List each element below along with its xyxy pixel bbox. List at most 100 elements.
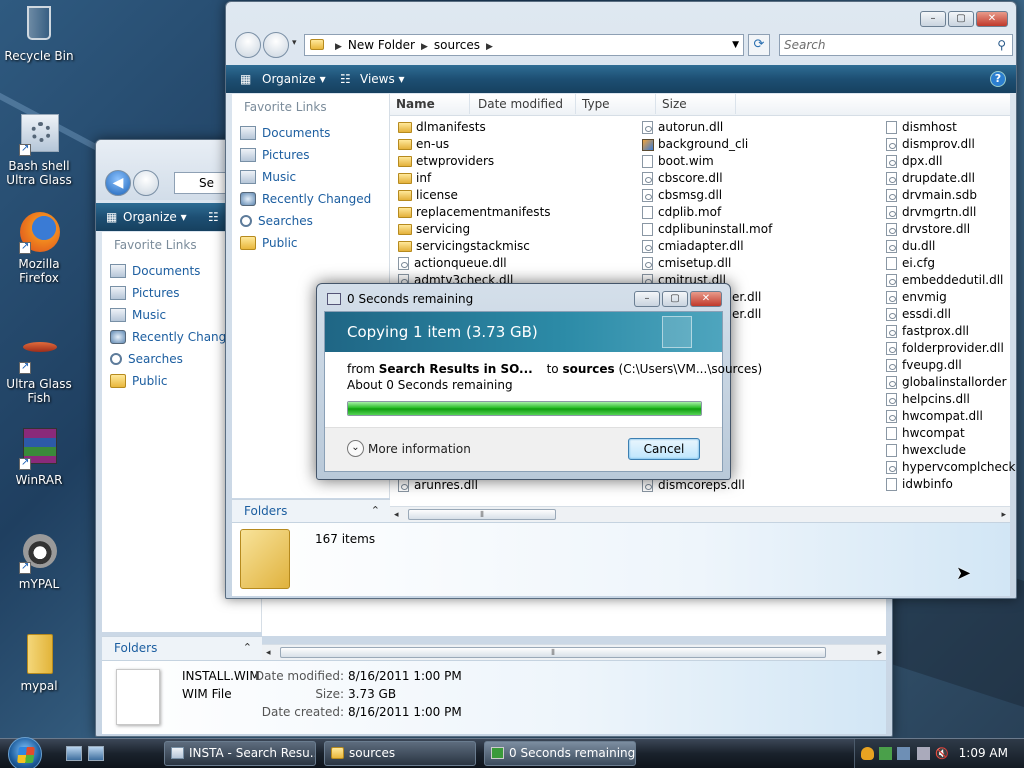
file-item[interactable]: cmiadapter.dll xyxy=(642,238,882,255)
copy-destination[interactable]: sources xyxy=(562,362,614,376)
desktop-icon-mypal-folder[interactable]: mypal xyxy=(0,632,78,693)
nav-link-public[interactable]: Public xyxy=(232,232,389,254)
scroll-left-arrow[interactable]: ◂ xyxy=(266,645,271,661)
file-item[interactable]: drvstore.dll xyxy=(886,221,1012,238)
network-icon[interactable] xyxy=(897,747,910,760)
file-item[interactable]: hwexclude xyxy=(886,442,1012,459)
scroll-left-arrow[interactable]: ◂ xyxy=(394,507,399,523)
file-item[interactable]: idwbinfo xyxy=(886,476,1012,493)
file-item[interactable]: fastprox.dll xyxy=(886,323,1012,340)
taskbar-button-sources[interactable]: sources xyxy=(324,741,476,766)
address-dropdown-icon[interactable]: ▼ xyxy=(732,35,739,55)
forward-button[interactable] xyxy=(263,32,289,58)
file-item[interactable]: cbscore.dll xyxy=(642,170,882,187)
close-button[interactable]: ✕ xyxy=(690,291,722,307)
network-monitor-icon[interactable] xyxy=(917,747,930,760)
file-item[interactable]: hypervcomplcheck.dll xyxy=(886,459,1016,476)
desktop-icon-ultra-glass-fish[interactable]: Ultra Glass Fish xyxy=(0,330,78,405)
file-item[interactable]: inf xyxy=(398,170,638,187)
organize-button[interactable]: Organize ▾ xyxy=(123,203,187,231)
breadcrumb-sources[interactable]: sources xyxy=(434,38,480,52)
horizontal-scrollbar[interactable]: ◂ ⦀ ▸ xyxy=(262,644,886,660)
desktop-icon-winrar[interactable]: WinRAR xyxy=(0,426,78,487)
desktop-icon-recycle-bin[interactable]: Recycle Bin xyxy=(0,2,78,63)
folders-toggle[interactable]: Folders ⌃ xyxy=(102,636,262,660)
nav-link-documents[interactable]: Documents xyxy=(232,122,389,144)
file-item[interactable]: cbsmsg.dll xyxy=(642,187,882,204)
column-header-size[interactable]: Size xyxy=(656,94,736,114)
file-item[interactable]: autorun.dll xyxy=(642,119,882,136)
start-button[interactable] xyxy=(8,737,42,768)
file-item[interactable]: en-us xyxy=(398,136,638,153)
switch-windows-icon[interactable] xyxy=(88,746,104,761)
copy-progress-dialog[interactable]: 0 Seconds remaining – ▢ ✕ Copying 1 item (… xyxy=(316,283,762,480)
file-item[interactable]: embeddedutil.dll xyxy=(886,272,1012,289)
file-item[interactable]: dlmanifests xyxy=(398,119,638,136)
search-input[interactable]: Search ⚲ xyxy=(779,34,1013,56)
forward-button[interactable] xyxy=(133,170,159,196)
search-icon[interactable]: ⚲ xyxy=(997,35,1006,55)
file-item[interactable]: cmisetup.dll xyxy=(642,255,882,272)
nav-link-searches[interactable]: Searches xyxy=(232,210,389,232)
file-item[interactable]: actionqueue.dll xyxy=(398,255,638,272)
desktop-icon-mypal-app[interactable]: mYPAL xyxy=(0,530,78,591)
scroll-right-arrow[interactable]: ▸ xyxy=(877,645,882,661)
views-button[interactable]: Views ▾ xyxy=(360,65,405,93)
nav-link-music[interactable]: Music xyxy=(232,166,389,188)
file-item[interactable]: fveupg.dll xyxy=(886,357,1012,374)
file-item[interactable]: ei.cfg xyxy=(886,255,1012,272)
file-item[interactable]: license xyxy=(398,187,638,204)
more-information-toggle[interactable]: ⌄ More information xyxy=(347,440,471,457)
file-item[interactable]: cdplib.mof xyxy=(642,204,882,221)
horizontal-scrollbar[interactable]: ◂ ⦀ ▸ xyxy=(390,506,1010,522)
file-item[interactable]: hwcompat.dll xyxy=(886,408,1012,425)
windows-update-icon[interactable] xyxy=(879,747,892,760)
help-icon[interactable]: ? xyxy=(990,71,1006,87)
column-header-date-modified[interactable]: Date modified xyxy=(472,94,576,114)
file-item[interactable]: dpx.dll xyxy=(886,153,1012,170)
taskbar-button-search[interactable]: INSTA - Search Resu... xyxy=(164,741,316,766)
file-item[interactable]: cdplibuninstall.mof xyxy=(642,221,882,238)
file-item[interactable]: dismhost xyxy=(886,119,1012,136)
clock[interactable]: 1:09 AM xyxy=(959,746,1008,760)
back-button[interactable]: ◀ xyxy=(105,170,131,196)
desktop-icon-firefox[interactable]: Mozilla Firefox xyxy=(0,210,78,285)
desktop-icon-bash-shell[interactable]: Bash shell Ultra Glass xyxy=(0,112,78,187)
file-item[interactable]: replacementmanifests xyxy=(398,204,638,221)
refresh-button[interactable]: ⟳ xyxy=(748,34,770,56)
show-desktop-icon[interactable] xyxy=(66,746,82,761)
security-shield-icon[interactable] xyxy=(861,747,874,760)
scrollbar-thumb[interactable]: ⦀ xyxy=(280,647,826,658)
file-item[interactable]: boot.wim xyxy=(642,153,882,170)
file-item[interactable]: etwproviders xyxy=(398,153,638,170)
organize-button[interactable]: Organize ▾ xyxy=(262,65,326,93)
file-item[interactable]: servicing xyxy=(398,221,638,238)
file-item[interactable]: drvmgrtn.dll xyxy=(886,204,1012,221)
maximize-button[interactable]: ▢ xyxy=(662,291,688,307)
scroll-right-arrow[interactable]: ▸ xyxy=(1001,507,1006,523)
nav-link-pictures[interactable]: Pictures xyxy=(232,144,389,166)
file-item[interactable]: hwcompat xyxy=(886,425,1012,442)
file-item[interactable]: essdi.dll xyxy=(886,306,1012,323)
taskbar-button-copy[interactable]: 0 Seconds remaining xyxy=(484,741,636,766)
file-item[interactable]: servicingstackmisc xyxy=(398,238,638,255)
cancel-button[interactable]: Cancel xyxy=(628,438,700,460)
scrollbar-thumb[interactable]: ⦀ xyxy=(408,509,556,520)
close-button[interactable]: ✕ xyxy=(976,11,1008,27)
column-header-name[interactable]: Name xyxy=(390,94,470,114)
file-item[interactable]: du.dll xyxy=(886,238,1012,255)
views-icon[interactable]: ☷ xyxy=(208,203,219,231)
address-bar[interactable]: ▶ New Folder ▶ sources ▶ ▼ xyxy=(304,34,744,56)
column-header-type[interactable]: Type xyxy=(576,94,656,114)
file-item[interactable]: helpcins.dll xyxy=(886,391,1012,408)
file-item[interactable]: background_cli xyxy=(642,136,882,153)
file-item[interactable]: dismprov.dll xyxy=(886,136,1012,153)
minimize-button[interactable]: – xyxy=(920,11,946,27)
breadcrumb-new-folder[interactable]: New Folder xyxy=(348,38,415,52)
file-item[interactable]: drvmain.sdb xyxy=(886,187,1012,204)
recent-pages-icon[interactable]: ▾ xyxy=(292,38,297,48)
minimize-button[interactable]: – xyxy=(634,291,660,307)
copy-source[interactable]: Search Results in SO... xyxy=(379,362,533,376)
file-item[interactable]: folderprovider.dll xyxy=(886,340,1012,357)
file-item[interactable]: globalinstallorder xyxy=(886,374,1012,391)
